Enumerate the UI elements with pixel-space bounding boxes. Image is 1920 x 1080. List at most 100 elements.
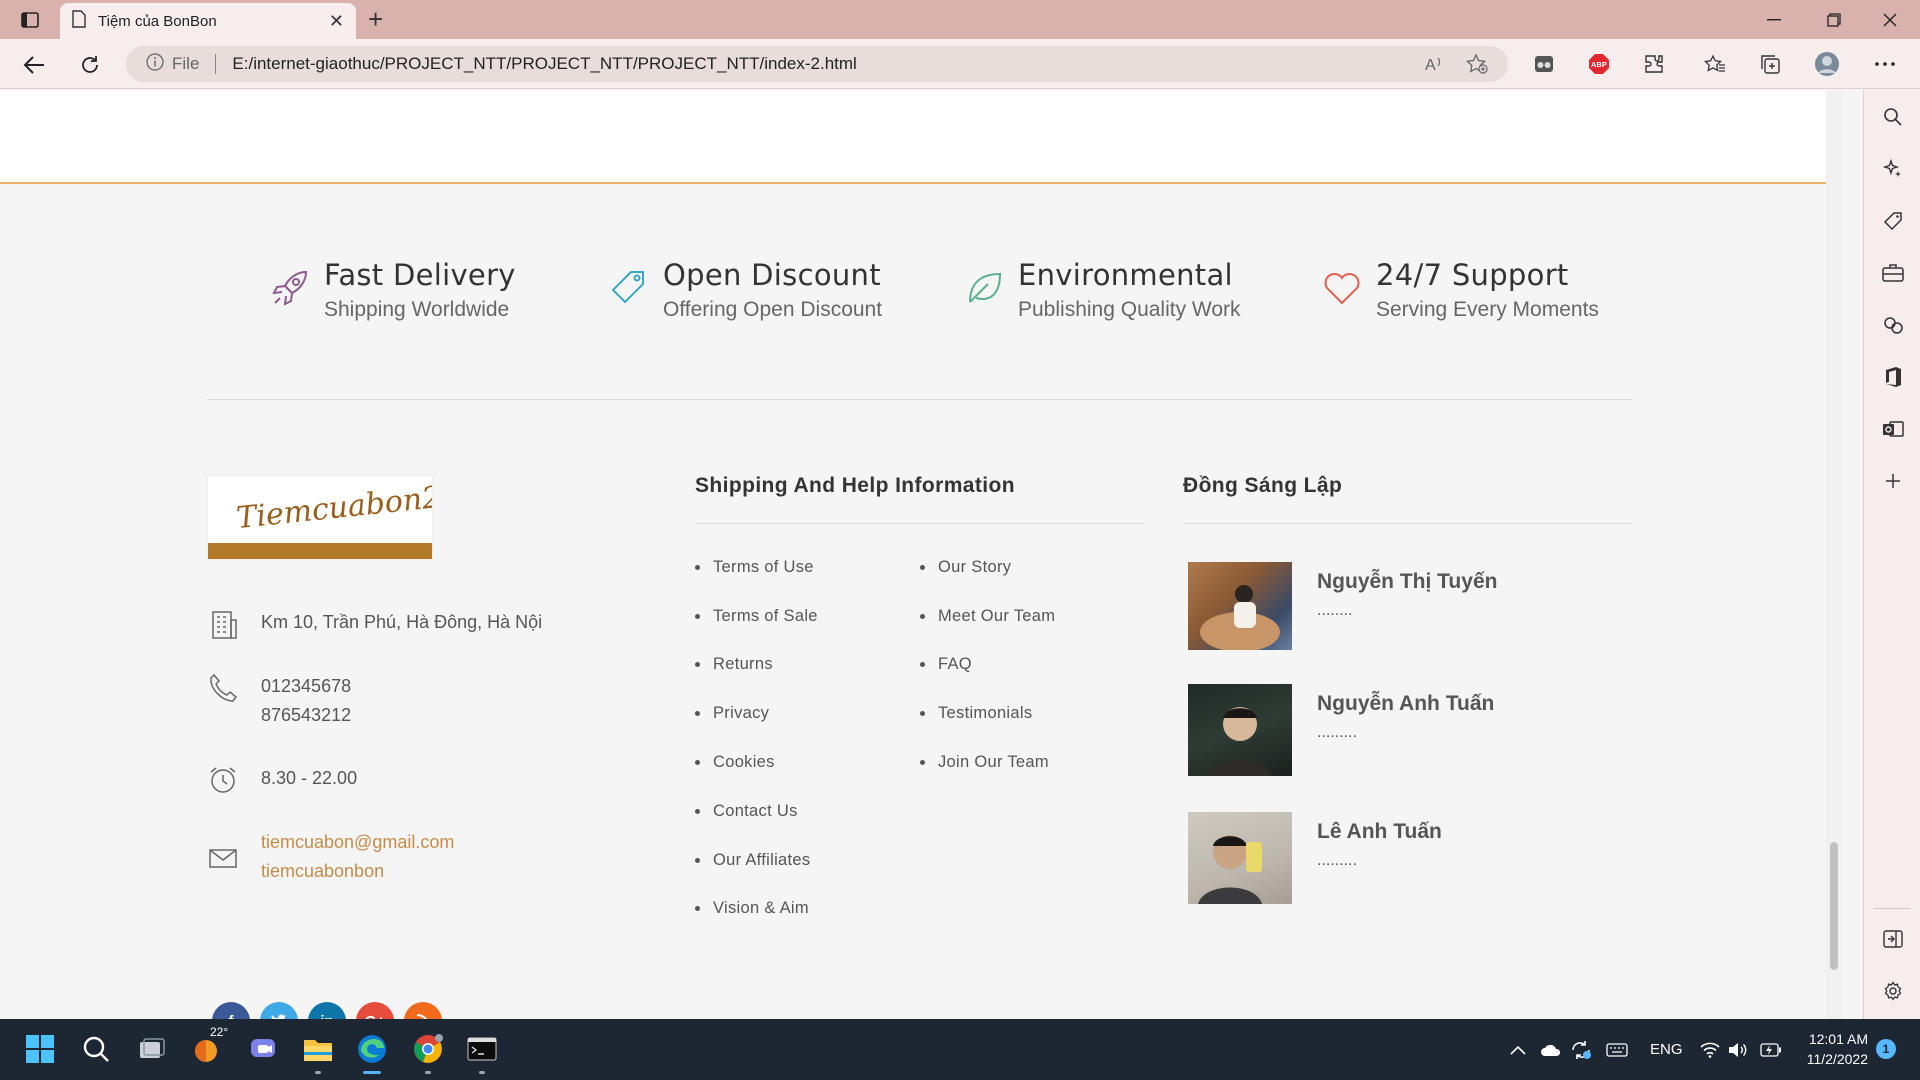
founder-card[interactable]: Nguyễn Thị Tuyến ........ [1188,562,1497,650]
add-favorite-icon[interactable] [1465,53,1488,79]
keyboard-icon[interactable] [1606,1019,1628,1080]
tag-icon [607,266,651,310]
settings-gear-icon[interactable] [1880,978,1906,1004]
refresh-icon[interactable] [74,49,106,81]
link-meet-our-team[interactable]: Meet Our Team [920,592,1055,641]
favorites-icon[interactable] [1702,51,1728,77]
file-explorer-icon[interactable] [300,1031,336,1074]
rss-icon[interactable] [404,1002,442,1019]
shipping-links-left: Terms of Use Terms of Sale Returns Priva… [695,543,818,933]
terminal-icon[interactable] [464,1031,500,1074]
teams-chat-icon[interactable] [246,1031,282,1067]
back-icon[interactable] [18,49,50,81]
link-faq[interactable]: FAQ [920,641,1055,690]
battery-icon[interactable] [1760,1019,1782,1080]
shopping-tag-icon[interactable] [1880,208,1906,234]
logo-band [208,543,432,559]
link-join-our-team[interactable]: Join Our Team [920,738,1055,787]
link-cookies[interactable]: Cookies [695,738,818,787]
heading-underline [1183,523,1632,524]
reading-view-icon[interactable] [1531,51,1557,77]
link-privacy[interactable]: Privacy [695,689,818,738]
url-text[interactable]: E:/internet-giaothuc/PROJECT_NTT/PROJECT… [232,54,856,74]
wifi-icon[interactable] [1700,1019,1720,1080]
link-contact-us[interactable]: Contact Us [695,787,818,836]
link-our-story[interactable]: Our Story [920,543,1055,592]
feature-support: 24/7 Support Serving Every Moments [1320,258,1599,322]
games-icon[interactable] [1880,312,1906,338]
weather-icon[interactable]: 22° [190,1025,228,1067]
volume-icon[interactable] [1728,1019,1748,1080]
tab-actions-icon[interactable] [14,9,46,31]
tools-icon[interactable] [1880,260,1906,286]
facebook-icon[interactable]: f [212,1002,250,1019]
feature-subtitle: Serving Every Moments [1376,298,1599,321]
link-returns[interactable]: Returns [695,641,818,690]
feature-subtitle: Offering Open Discount [663,298,883,321]
running-indicator [315,1071,321,1074]
office-icon[interactable] [1880,364,1906,390]
adblock-icon[interactable]: ABP [1586,51,1612,77]
address-text: Km 10, Trần Phú, Hà Đông, Hà Nội [261,612,543,632]
rocket-icon [268,266,312,310]
clock-date: 11/2/2022 [1806,1051,1868,1067]
info-icon[interactable] [146,52,164,76]
windows-start-icon[interactable] [22,1031,58,1067]
outlook-icon[interactable] [1880,416,1906,442]
system-clock[interactable]: 12:01 AM 11/2/2022 [1796,1029,1868,1069]
browser-tab[interactable]: Tiệm của BonBon ✕ [60,3,356,39]
email-link-secondary[interactable]: tiemcuabonbon [261,857,454,886]
edge-browser-icon[interactable] [354,1031,390,1074]
founder-name: Nguyễn Thị Tuyến [1317,570,1498,593]
founder-description: ......... [1317,724,1358,741]
close-tab-icon[interactable]: ✕ [329,11,344,32]
hide-sidebar-icon[interactable] [1880,926,1906,952]
search-icon[interactable] [1880,104,1906,130]
minimize-icon[interactable] [1746,6,1802,34]
add-sidebar-app-icon[interactable] [1880,468,1906,494]
address-bar[interactable]: File E:/internet-giaothuc/PROJECT_NTT/PR… [126,46,1508,82]
address-row: Km 10, Trần Phú, Hà Đông, Hà Nội [207,608,542,640]
scrollbar-thumb[interactable] [1830,842,1838,970]
extensions-icon[interactable] [1641,51,1667,77]
site-logo[interactable]: Tiemcuabon2. [207,475,433,560]
restore-icon[interactable] [1806,6,1862,34]
new-tab-icon[interactable]: + [368,6,383,32]
founders-heading: Đồng Sáng Lập [1183,474,1343,497]
google-plus-icon[interactable]: G+ [356,1002,394,1019]
url-scheme: File [172,54,200,73]
more-options-icon[interactable] [1872,51,1898,77]
founder-card[interactable]: Lê Anh Tuấn ......... [1188,812,1442,904]
link-terms-of-use[interactable]: Terms of Use [695,543,818,592]
profile-avatar[interactable] [1814,51,1840,77]
read-aloud-icon[interactable]: A [1424,54,1444,79]
task-view-icon[interactable] [134,1031,170,1067]
chrome-icon[interactable] [410,1031,446,1074]
feature-subtitle: Shipping Worldwide [324,298,510,321]
onedrive-icon[interactable] [1540,1019,1562,1080]
link-testimonials[interactable]: Testimonials [920,689,1055,738]
founder-name: Nguyễn Anh Tuấn [1317,692,1495,715]
heading-underline [695,523,1145,524]
linkedin-icon[interactable]: in [308,1002,346,1019]
tray-chevron-icon[interactable] [1510,1019,1526,1080]
heart-icon [1320,266,1364,310]
browser-tab-bar: Tiệm của BonBon ✕ + [0,0,1920,39]
feature-title: Environmental [1018,258,1233,292]
sync-icon[interactable] [1570,1019,1592,1080]
input-language[interactable]: ENG [1650,1019,1683,1080]
discover-icon[interactable] [1880,156,1906,182]
phone-icon [207,672,239,704]
notification-badge[interactable]: 1 [1876,1039,1896,1059]
twitter-icon[interactable] [260,1002,298,1019]
feature-title: 24/7 Support [1376,258,1569,292]
link-terms-of-sale[interactable]: Terms of Sale [695,592,818,641]
link-vision-aim[interactable]: Vision & Aim [695,885,818,934]
search-icon[interactable] [78,1031,114,1067]
collections-icon[interactable] [1757,51,1783,77]
email-link[interactable]: tiemcuabon@gmail.com [261,828,454,857]
founder-card[interactable]: Nguyễn Anh Tuấn ......... [1188,684,1494,776]
page-scrollbar[interactable] [1826,90,1842,1019]
link-our-affiliates[interactable]: Our Affiliates [695,836,818,885]
close-window-icon[interactable] [1862,6,1918,34]
